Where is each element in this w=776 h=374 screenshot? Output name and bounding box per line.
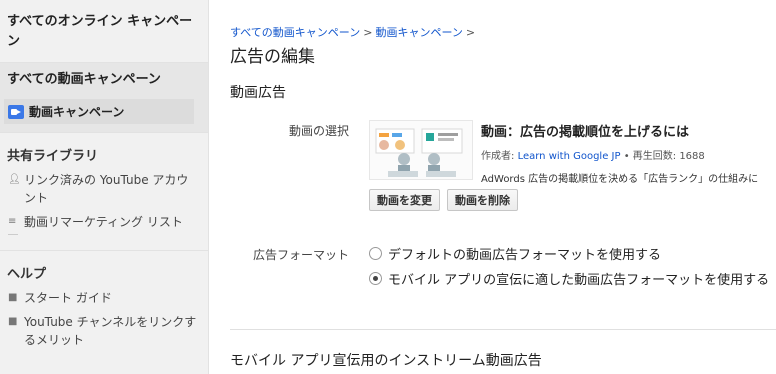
format-option-mobile-app[interactable]: モバイル アプリの宣伝に適した動画広告フォーマットを使用する (369, 269, 769, 288)
breadcrumb-video-campaign[interactable]: 動画キャンペーン (375, 26, 462, 39)
sidebar-link-start-guide[interactable]: ■ スタート ガイド (0, 286, 208, 310)
sidebar-link-label: スタート ガイド (24, 291, 112, 305)
breadcrumb-all-video-campaigns[interactable]: すべての動画キャンペーン (230, 26, 360, 39)
delete-video-button[interactable]: 動画を削除 (447, 189, 518, 211)
sidebar-link-remarketing-lists[interactable]: ≡ 動画リマーケティング リスト (0, 210, 208, 234)
ad-format-label: 広告フォーマット (252, 248, 349, 262)
sidebar-item-label: 動画キャンペーン (29, 105, 125, 119)
view-count: • 再生回数: 1688 (620, 151, 705, 162)
help-icon: ■ (8, 292, 18, 303)
video-thumbnail[interactable] (369, 120, 473, 180)
sidebar-link-label: リンク済みの YouTube アカウント (24, 173, 189, 205)
sidebar-all-online-campaigns[interactable]: すべてのオンライン キャンペーン (0, 0, 208, 63)
sidebar-link-linked-youtube-accounts[interactable]: 👤︎ リンク済みの YouTube アカウント (0, 168, 208, 210)
format-option-label: デフォルトの動画広告フォーマットを使用する (388, 248, 662, 263)
help-header: ヘルプ (7, 267, 47, 282)
change-video-button[interactable]: 動画を変更 (369, 189, 440, 211)
sidebar: すべてのオンライン キャンペーン すべての動画キャンペーン 動画キャンペーン 共… (0, 0, 209, 374)
breadcrumb-separator: > (363, 26, 373, 39)
breadcrumb: すべての動画キャンペーン > 動画キャンペーン > (230, 24, 478, 40)
sidebar-link-youtube-channel-benefits[interactable]: ■ YouTube チャンネルをリンクするメリット (0, 310, 208, 352)
sidebar-item-video-campaign[interactable]: 動画キャンペーン (0, 97, 208, 133)
help-icon: ■ (8, 316, 18, 327)
instream-section-title: モバイル アプリ宣伝用のインストリーム動画広告 (230, 353, 542, 369)
radio-button[interactable] (369, 247, 382, 260)
sidebar-link-label: YouTube チャンネルをリンクするメリット (24, 315, 197, 347)
divider (230, 329, 776, 330)
main-content: すべての動画キャンペーン > 動画キャンペーン > 広告の編集 動画広告 動画の選択 … (209, 0, 776, 374)
list-icon: ≡ (8, 216, 17, 227)
format-option-label: モバイル アプリの宣伝に適した動画広告フォーマットを使用する (388, 273, 770, 288)
author-link[interactable]: Learn with Google JP (518, 151, 621, 162)
format-option-default[interactable]: デフォルトの動画広告フォーマットを使用する (369, 244, 661, 263)
video-description: AdWords 広告の掲載順位を決める「広告ランク」の仕組みに (481, 174, 759, 185)
video-select-label: 動画の選択 (288, 124, 349, 138)
video-meta: 作成者: Learn with Google JP • 再生回数: 1688 (481, 147, 705, 162)
divider (0, 234, 208, 242)
sidebar-all-video-campaigns[interactable]: すべての動画キャンペーン (0, 63, 208, 97)
video-camera-icon (8, 104, 24, 119)
radio-button-selected[interactable] (369, 272, 382, 285)
author-prefix: 作成者: (481, 151, 518, 162)
section-title: 動画広告 (230, 85, 286, 101)
shared-library-header: 共有ライブラリ (7, 149, 99, 164)
video-thumbnail-image (370, 121, 472, 179)
page-title: 広告の編集 (230, 47, 315, 67)
breadcrumb-separator: > (465, 26, 476, 39)
video-title: 動画：広告の掲載順位を上げるには (481, 125, 690, 140)
sidebar-link-label: 動画リマーケティング リスト (24, 215, 183, 229)
person-icon: 👤︎ (8, 174, 21, 185)
